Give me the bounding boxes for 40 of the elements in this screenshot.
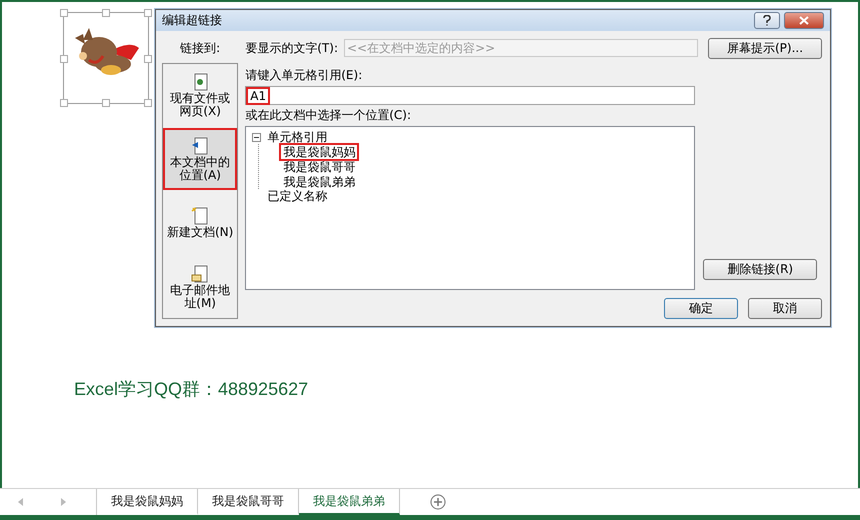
- screen-tip-button[interactable]: 屏幕提示(P)...: [708, 38, 822, 58]
- resize-handle[interactable]: [144, 9, 152, 17]
- scroll-right-icon[interactable]: [60, 498, 66, 506]
- resize-handle[interactable]: [60, 99, 68, 107]
- remove-link-button[interactable]: 删除链接(R): [703, 259, 818, 280]
- link-target-item[interactable]: 现有文件或网页(X): [165, 66, 236, 124]
- sheet-text: Excel学习QQ群：488925627: [74, 378, 308, 401]
- resize-handle[interactable]: [102, 9, 110, 17]
- document-icon: [191, 207, 210, 225]
- link-target-item[interactable]: 电子邮件地址(M): [165, 258, 236, 316]
- link-target-item[interactable]: 新建文档(N): [165, 194, 236, 252]
- tree-item[interactable]: 单元格引用: [265, 130, 330, 144]
- resize-handle[interactable]: [144, 55, 152, 63]
- cancel-button[interactable]: 取消: [748, 298, 822, 319]
- cell-ref-label: 请键入单元格引用(E):: [245, 67, 364, 84]
- tree-item[interactable]: 已定义名称: [265, 189, 330, 203]
- tree-item[interactable]: 我是袋鼠哥哥: [281, 160, 358, 174]
- ok-button[interactable]: 确定: [664, 298, 738, 319]
- collapse-icon[interactable]: [252, 132, 262, 142]
- link-target-item[interactable]: 本文档中的位置(A): [165, 130, 236, 188]
- sheet-tab[interactable]: 我是袋鼠弟弟: [299, 489, 400, 515]
- scroll-left-icon[interactable]: [18, 498, 24, 506]
- help-button[interactable]: [754, 12, 780, 29]
- close-icon: [799, 16, 809, 25]
- document-icon: [191, 136, 210, 154]
- close-button[interactable]: [784, 12, 824, 29]
- document-icon: [191, 264, 210, 282]
- resize-handle[interactable]: [102, 99, 110, 107]
- tree-item[interactable]: 我是袋鼠弟弟: [281, 174, 358, 188]
- resize-handle[interactable]: [60, 55, 68, 63]
- add-sheet-icon[interactable]: [430, 494, 446, 510]
- resize-handle[interactable]: [60, 9, 68, 17]
- link-to-label: 链接到:: [179, 40, 222, 57]
- display-text-label: 要显示的文字(T):: [245, 40, 338, 56]
- resize-handle[interactable]: [144, 99, 152, 107]
- place-label: 或在此文档中选择一个位置(C):: [245, 107, 412, 124]
- tree-item[interactable]: 我是袋鼠妈妈: [281, 144, 358, 158]
- dialog-title: 编辑超链接: [162, 12, 223, 29]
- help-icon: [763, 15, 771, 26]
- cell-ref-field[interactable]: A1: [245, 86, 696, 105]
